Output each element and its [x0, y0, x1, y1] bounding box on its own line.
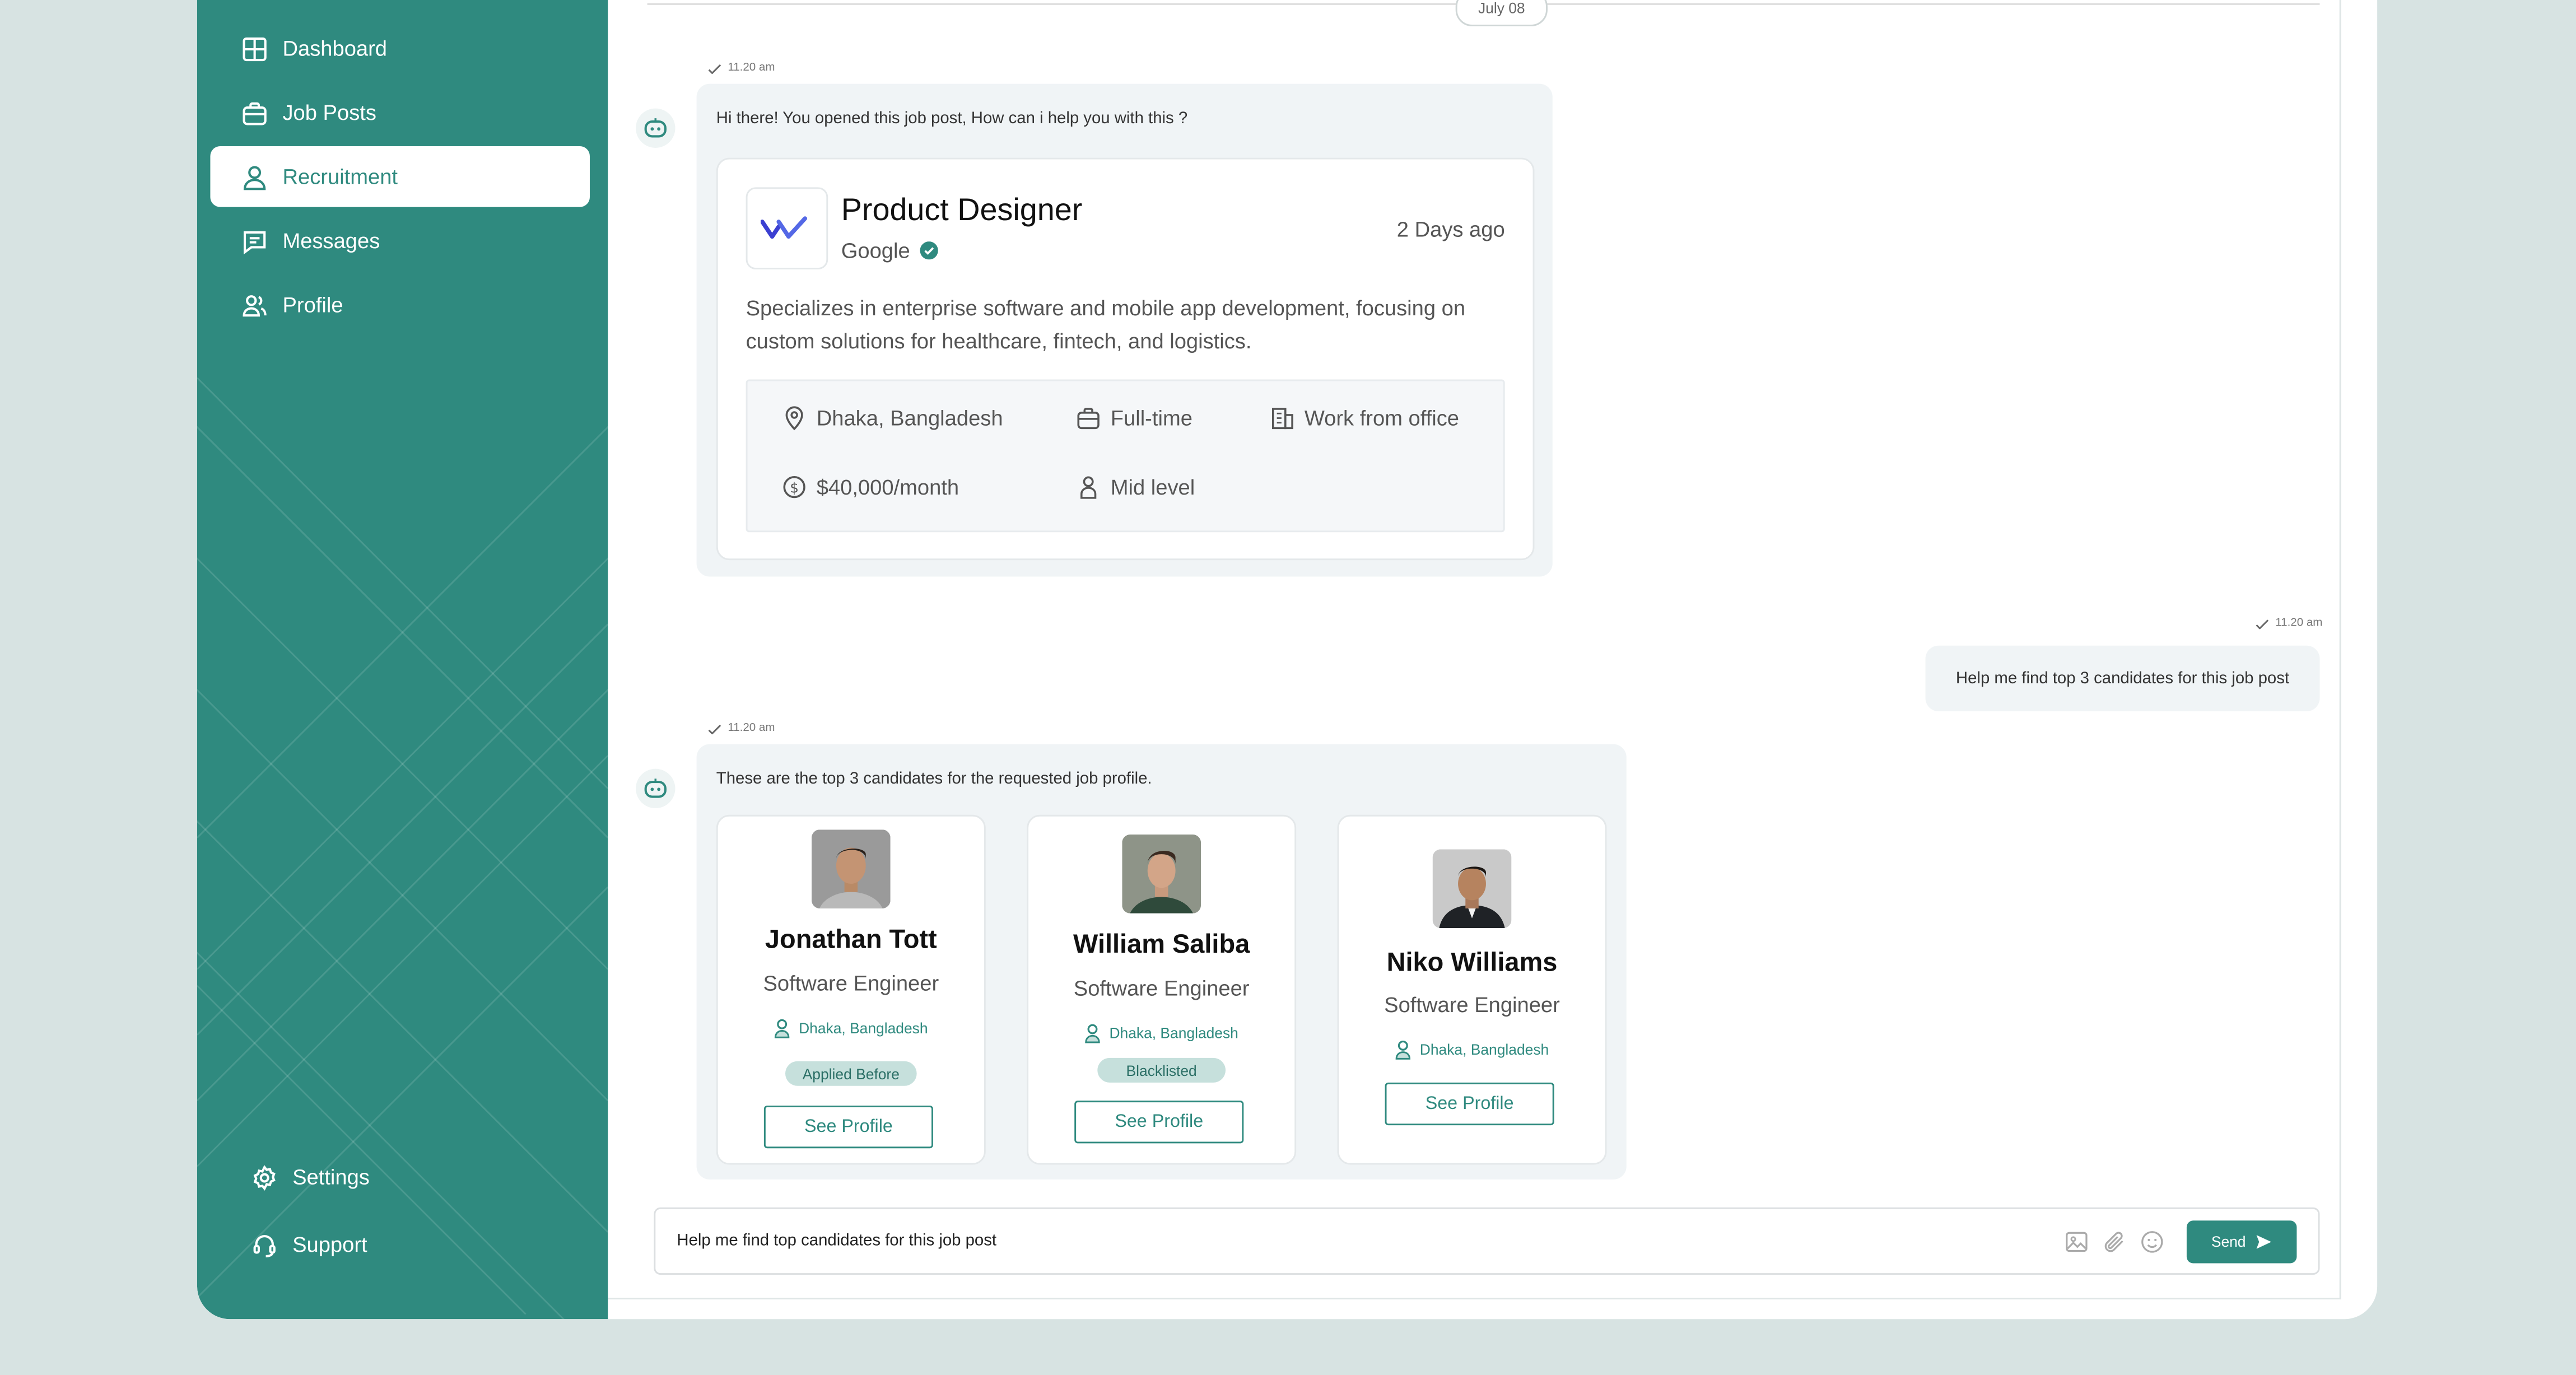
job-card[interactable]: Product Designer Google 2 Days ago Speci…: [716, 157, 1535, 561]
send-label: Send: [2211, 1233, 2246, 1251]
see-profile-button[interactable]: See Profile: [1074, 1101, 1244, 1144]
sidebar-item-recruitment[interactable]: Recruitment: [210, 146, 590, 207]
building-icon: [1271, 408, 1293, 430]
status-badge: Applied Before: [785, 1061, 917, 1086]
location-person-icon: [1085, 1024, 1101, 1043]
read-check-icon: [708, 63, 721, 73]
dashboard-icon: [240, 34, 269, 63]
see-profile-button[interactable]: See Profile: [1385, 1082, 1554, 1126]
bot-message-bubble: Hi there! You opened this job post, How …: [696, 83, 1553, 577]
sidebar-item-job-posts[interactable]: Job Posts: [210, 82, 590, 143]
headset-icon: [250, 1229, 280, 1259]
sidebar-item-label: Support: [292, 1232, 367, 1257]
date-separator: July 08: [1455, 0, 1548, 26]
chat-panel: July 08 11.20 am Hi there! You opened th…: [608, 0, 2341, 1300]
sidebar-item-profile[interactable]: Profile: [210, 274, 590, 335]
send-icon: [2256, 1235, 2271, 1249]
message-timestamp: 11.20 am: [708, 723, 775, 734]
candidate-role: Software Engineer: [1073, 976, 1250, 1001]
posted-time: 2 Days ago: [1396, 217, 1505, 242]
robot-icon: [644, 118, 667, 138]
company-logo: [746, 187, 828, 270]
status-badge: Blacklisted: [1097, 1057, 1226, 1083]
candidate-avatar: [1432, 849, 1512, 929]
image-icon[interactable]: [2063, 1229, 2090, 1255]
job-salary: $ $40,000/month: [782, 475, 959, 500]
user-message-bubble: Help me find top 3 candidates for this j…: [1925, 645, 2320, 712]
sidebar-item-label: Profile: [282, 292, 343, 318]
candidate-location: Dhaka, Bangladesh: [1339, 1040, 1605, 1060]
see-profile-button[interactable]: See Profile: [763, 1105, 933, 1149]
app-window: Dashboard Job Posts Recruitment Messages…: [197, 0, 2378, 1320]
attachment-icon[interactable]: [2101, 1229, 2127, 1255]
job-details: Dhaka, Bangladesh Full-time Work from of…: [746, 379, 1505, 533]
sidebar-item-label: Recruitment: [282, 164, 398, 189]
svg-text:$: $: [790, 479, 799, 496]
job-type: Full-time: [1076, 405, 1192, 430]
company-name: Google: [841, 238, 938, 263]
message-composer: Send: [654, 1207, 2320, 1275]
bot-message-text: These are the top 3 candidates for the r…: [716, 770, 1152, 789]
dollar-icon: $: [783, 476, 805, 498]
sidebar: Dashboard Job Posts Recruitment Messages…: [197, 0, 608, 1320]
sidebar-item-label: Job Posts: [282, 100, 376, 125]
gear-icon: [250, 1162, 280, 1192]
robot-icon: [644, 779, 667, 798]
candidate-location: Dhaka, Bangladesh: [718, 1018, 984, 1038]
candidate-name: Jonathan Tott: [765, 926, 937, 955]
message-input[interactable]: [677, 1209, 2024, 1274]
sidebar-item-label: Dashboard: [282, 36, 388, 61]
message-timestamp: 11.20 am: [708, 62, 775, 74]
bot-avatar: [636, 768, 676, 809]
message-timestamp: 11.20 am: [2256, 618, 2322, 629]
sidebar-item-label: Settings: [292, 1164, 370, 1190]
candidate-role: Software Engineer: [763, 971, 939, 996]
sidebar-item-messages[interactable]: Messages: [210, 210, 590, 271]
briefcase-icon: [240, 98, 269, 128]
bot-avatar: [636, 108, 676, 148]
location-person-icon: [1396, 1040, 1411, 1060]
verified-badge-icon: [920, 241, 938, 260]
job-description: Specializes in enterprise software and m…: [746, 295, 1466, 353]
users-icon: [240, 290, 269, 320]
briefcase-icon: [1077, 408, 1100, 430]
candidate-name: Niko Williams: [1386, 949, 1558, 978]
job-location: Dhaka, Bangladesh: [782, 405, 1003, 430]
send-button[interactable]: Send: [2186, 1220, 2297, 1264]
emoji-icon[interactable]: [2139, 1229, 2165, 1255]
bot-message-bubble: These are the top 3 candidates for the r…: [696, 744, 1627, 1180]
sidebar-item-support[interactable]: Support: [210, 1214, 590, 1275]
candidate-location: Dhaka, Bangladesh: [1028, 1023, 1294, 1043]
sidebar-item-dashboard[interactable]: Dashboard: [210, 18, 590, 79]
location-person-icon: [775, 1019, 790, 1038]
candidate-name: William Saliba: [1073, 931, 1250, 959]
message-icon: [240, 226, 269, 255]
candidate-avatar: [811, 829, 891, 908]
bot-message-text: Hi there! You opened this job post, How …: [716, 110, 1188, 128]
job-level: Mid level: [1076, 475, 1195, 500]
candidate-card: William Saliba Software Engineer Dhaka, …: [1027, 814, 1297, 1165]
read-check-icon: [2256, 618, 2269, 628]
location-pin-icon: [785, 406, 803, 431]
job-title: Product Designer: [841, 194, 1083, 229]
candidate-avatar: [1122, 834, 1201, 913]
candidate-role: Software Engineer: [1384, 992, 1560, 1017]
sidebar-item-label: Messages: [282, 228, 380, 253]
candidate-card: Niko Williams Software Engineer Dhaka, B…: [1337, 814, 1607, 1165]
user-icon: [240, 162, 269, 192]
person-icon: [1080, 476, 1097, 499]
job-work-mode: Work from office: [1270, 405, 1459, 430]
sidebar-item-settings[interactable]: Settings: [210, 1146, 590, 1208]
read-check-icon: [708, 724, 721, 734]
candidate-card: Jonathan Tott Software Engineer Dhaka, B…: [716, 814, 986, 1165]
